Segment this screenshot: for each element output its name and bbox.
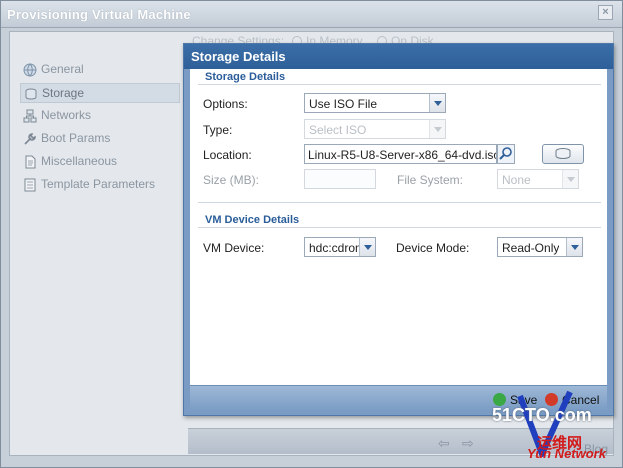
cancel-button[interactable]: Cancel [545,392,605,408]
sidebar-item-storage[interactable]: Storage [20,83,180,103]
forward-arrow-icon[interactable]: ⇨ [462,435,474,452]
sidebar-item-general[interactable]: General [20,60,180,80]
type-value: Select ISO [309,123,367,137]
type-select[interactable]: Select ISO [304,119,446,139]
size-input[interactable] [304,169,376,189]
wrench-icon [24,133,36,145]
chevron-down-icon[interactable] [562,170,578,188]
device-section-title: VM Device Details [205,214,300,226]
vm-device-label: VM Device: [203,241,265,255]
sidebar-item-networks[interactable]: Networks [20,106,180,126]
network-icon [23,109,37,123]
dialog-body: Storage Details Options: Use ISO File Ty… [190,69,607,385]
search-button[interactable] [497,144,515,164]
storage-details-dialog: Storage Details Storage Details Options:… [183,43,614,416]
close-icon[interactable]: × [598,5,613,20]
sidebar-item-template-parameters[interactable]: Template Parameters [20,175,180,195]
document-icon [25,155,36,169]
filesystem-select[interactable]: None [497,169,579,189]
sidebar-item-boot-params[interactable]: Boot Params [20,129,180,149]
location-input[interactable]: Linux-R5-U8-Server-x86_64-dvd.iso [304,144,497,164]
template-icon [24,178,36,192]
sidebar-item-miscellaneous[interactable]: Miscellaneous [20,152,180,172]
device-mode-value: Read-Only [502,241,560,255]
dialog-title: Storage Details [191,49,286,64]
size-label: Size (MB): [203,173,260,187]
location-value: Linux-R5-U8-Server-x86_64-dvd.iso [308,148,497,162]
chevron-down-icon[interactable] [429,94,445,112]
sidebar-item-label: Networks [41,108,92,122]
dialog-footer: Save Cancel [190,385,607,411]
options-select[interactable]: Use ISO File [304,93,446,113]
section-divider [198,227,601,228]
location-label: Location: [203,148,252,162]
cancel-icon [545,393,558,406]
browse-storage-button[interactable] [542,144,584,164]
save-label: Save [510,393,538,407]
sidebar-item-label: Storage [42,86,85,100]
options-label: Options: [203,97,248,111]
device-mode-select[interactable]: Read-Only [497,237,583,257]
search-icon [499,147,512,160]
window-footer: ⇦ ⇨ Blog [188,428,613,456]
globe-icon [23,63,37,77]
section-divider [198,84,601,85]
sidebar-item-label: Template Parameters [41,177,156,191]
sidebar-item-label: General [41,62,84,76]
sidebar-item-label: Miscellaneous [41,154,118,168]
window-title-bar[interactable]: Provisioning Virtual Machine × [1,1,622,28]
chevron-down-icon[interactable] [359,238,375,256]
blog-link[interactable]: Blog [584,442,608,456]
save-button[interactable]: Save [493,392,541,408]
type-label: Type: [203,123,233,137]
cancel-label: Cancel [562,393,600,407]
dialog-title-bar[interactable]: Storage Details [184,44,613,69]
chevron-down-icon[interactable] [566,238,582,256]
disk-icon [555,148,571,160]
window-title: Provisioning Virtual Machine [7,7,191,22]
chevron-down-icon[interactable] [429,120,445,138]
device-mode-label: Device Mode: [396,241,470,255]
vm-device-value: hdc:cdrom [309,241,359,255]
storage-section-title: Storage Details [205,71,286,83]
check-icon [493,393,506,406]
disk-icon [25,88,37,100]
vm-device-select[interactable]: hdc:cdrom [304,237,376,257]
filesystem-value: None [502,173,531,187]
settings-sidebar: General Storage Networks Boot Params Mis… [20,58,182,378]
back-arrow-icon[interactable]: ⇦ [438,435,450,452]
filesystem-label: File System: [397,173,464,187]
section-divider [198,202,601,203]
options-value: Use ISO File [309,97,378,111]
sidebar-item-label: Boot Params [41,131,111,145]
